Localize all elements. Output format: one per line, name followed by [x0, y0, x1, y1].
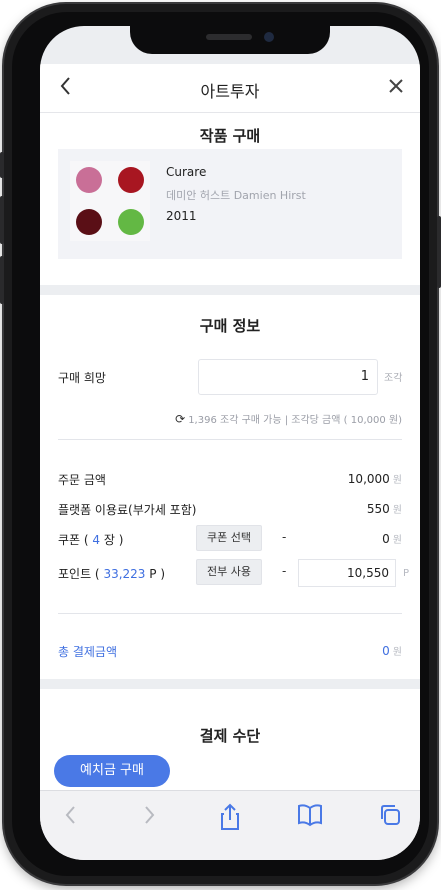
art-dot — [76, 167, 102, 193]
side-button-mute — [0, 152, 4, 178]
coupon-prefix: 쿠폰 ( — [58, 533, 89, 547]
quantity-label: 구매 희망 — [58, 371, 106, 385]
artwork-year: 2011 — [166, 209, 197, 223]
chevron-left-icon[interactable] — [50, 803, 90, 833]
point-input[interactable]: 10,550 P — [298, 559, 409, 587]
coupon-amount-value: 0 — [382, 532, 390, 546]
fee-value: 550 — [366, 502, 390, 516]
side-button-power — [437, 216, 441, 288]
refresh-icon[interactable]: ⟳ — [175, 412, 185, 426]
order-amount-label: 주문 금액 — [58, 473, 106, 487]
deposit-purchase-button[interactable]: 예치금 구매 — [54, 755, 170, 787]
point-value: 10,550 — [347, 566, 389, 580]
divider — [58, 439, 402, 440]
share-icon[interactable] — [210, 803, 250, 833]
quantity-input[interactable]: 1 — [198, 359, 378, 395]
coupon-count: 4 — [92, 533, 101, 547]
fee-amount: 550 원 — [367, 501, 402, 516]
coupon-suffix: 장 ) — [103, 533, 124, 547]
won-unit: 원 — [392, 647, 402, 658]
coupon-select-button[interactable]: 쿠폰 선택 — [196, 525, 262, 551]
browser-toolbar — [40, 790, 420, 860]
availability-hint: ⟳ 1,396 조각 구매 가능 | 조각당 금액 ( 10,000 원) — [175, 411, 402, 426]
fee-label: 플랫폼 이용료(부가세 포함) — [58, 503, 197, 517]
divider — [58, 613, 402, 614]
top-navigation-bar: 아트투자 — [40, 64, 420, 113]
purchase-info-section: 구매 정보 구매 희망 1 조각 ⟳ 1,396 조각 구매 가능 | 조각당 금… — [40, 295, 420, 679]
art-dot — [118, 209, 144, 235]
book-icon[interactable] — [290, 803, 330, 833]
availability-text: 1,396 조각 구매 가능 | 조각당 금액 ( 10,000 원) — [188, 415, 402, 426]
artwork-section-title: 작품 구매 — [199, 127, 261, 145]
point-label: 포인트 ( 33,223 P ) — [58, 565, 165, 582]
side-button-volume-down — [0, 256, 4, 304]
payment-method-title: 결제 수단 — [199, 727, 261, 745]
speaker — [206, 34, 252, 40]
won-unit: 원 — [392, 475, 402, 486]
artwork-card[interactable]: Curare 데미안 허스트 Damien Hirst 2011 — [58, 149, 402, 259]
artwork-section: 작품 구매 Curare 데미안 허스트 Damien Hirst 2011 — [40, 113, 420, 285]
side-button-volume-up — [0, 196, 4, 244]
chevron-right-icon[interactable] — [130, 803, 170, 833]
total-payment-label: 총 결제금액 — [58, 645, 118, 659]
tabs-icon[interactable] — [370, 803, 410, 833]
purchase-info-title: 구매 정보 — [199, 317, 261, 335]
point-balance: 33,223 — [103, 567, 146, 581]
point-suffix: P ) — [149, 567, 166, 581]
art-dot — [118, 167, 144, 193]
point-prefix: 포인트 ( — [58, 567, 100, 581]
total-payment-amount: 0원 — [382, 643, 402, 658]
payment-method-section: 결제 수단 예치금 구매 — [40, 689, 420, 799]
artwork-title: Curare — [166, 165, 207, 179]
order-amount-value: 10,000 — [347, 472, 390, 486]
phone-screen: 아트투자 작품 구매 Curare 데미안 허스트 Damien Hirst 2… — [40, 26, 420, 860]
quantity-unit: 조각 — [384, 373, 403, 384]
artwork-thumbnail — [70, 161, 150, 241]
use-all-points-button[interactable]: 전부 사용 — [196, 559, 262, 585]
quantity-value: 1 — [360, 369, 369, 384]
art-dot — [76, 209, 102, 235]
artwork-artist: 데미안 허스트 Damien Hirst — [166, 189, 306, 202]
point-unit: P — [402, 568, 409, 579]
total-payment-value: 0 — [382, 644, 390, 658]
coupon-label: 쿠폰 ( 4 장 ) — [58, 531, 123, 548]
order-amount: 10,000 원 — [348, 471, 402, 486]
won-unit: 원 — [392, 505, 402, 516]
notch — [130, 26, 330, 54]
close-icon[interactable] — [386, 72, 406, 108]
page-title: 아트투자 — [200, 82, 260, 101]
coupon-amount: 0원 — [382, 531, 402, 546]
won-unit: 원 — [392, 535, 402, 546]
point-dash: - — [282, 564, 287, 578]
camera — [264, 32, 274, 42]
coupon-dash: - — [282, 530, 287, 544]
